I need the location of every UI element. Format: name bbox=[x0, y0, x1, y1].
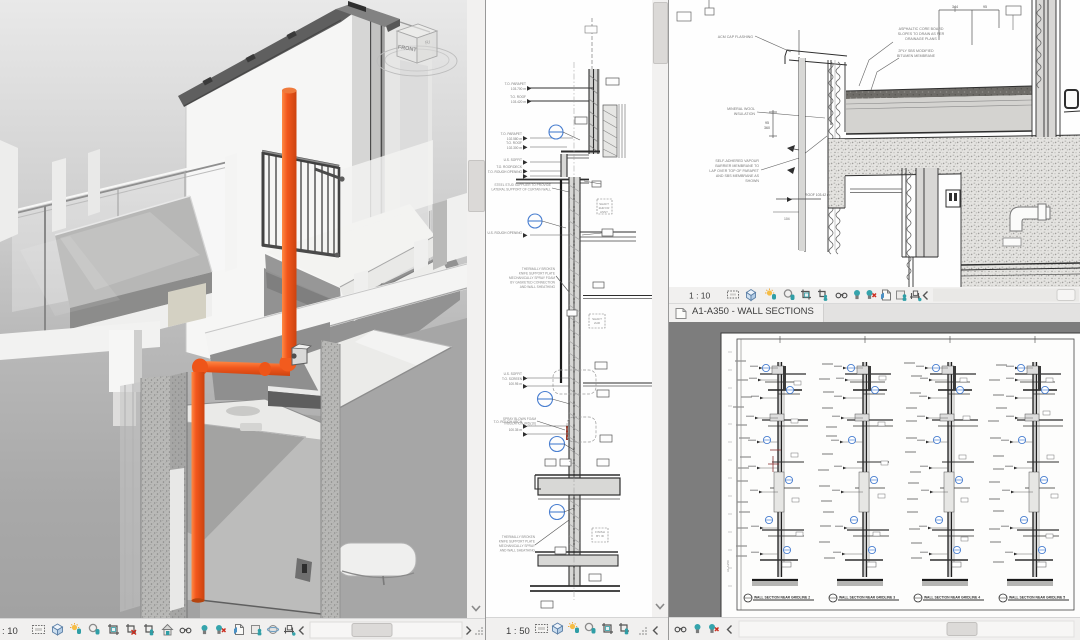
svg-text:T.O. PARAPET: T.O. PARAPET bbox=[505, 82, 526, 86]
svg-text:T.O. ROOF/DECK: T.O. ROOF/DECK bbox=[496, 165, 523, 169]
svg-text:360: 360 bbox=[764, 126, 770, 130]
svg-text:102.300 m: 102.300 m bbox=[507, 146, 522, 150]
svg-text:95: 95 bbox=[765, 121, 769, 125]
svg-text:DRAINAGE PLANS: DRAINAGE PLANS bbox=[905, 37, 937, 41]
svg-text:T.O. ROOF: T.O. ROOF bbox=[506, 141, 522, 145]
svg-text:THERMALLY BROKEN: THERMALLY BROKEN bbox=[522, 267, 556, 271]
svg-text:BARRIER MEMBRANE TO: BARRIER MEMBRANE TO bbox=[715, 164, 759, 168]
svg-text:SLOPES TO DRAIN AS PER: SLOPES TO DRAIN AS PER bbox=[898, 32, 945, 36]
svg-text:AND WALL SHEATHING: AND WALL SHEATHING bbox=[520, 285, 556, 289]
svg-text:KNIFE SUPPORT PLATE: KNIFE SUPPORT PLATE bbox=[519, 272, 555, 276]
svg-text:2HR: 2HR bbox=[594, 321, 601, 325]
svg-text:95: 95 bbox=[983, 5, 987, 9]
svg-text:103.700 m: 103.700 m bbox=[511, 87, 526, 91]
svg-text:2PLY SBS MODIFIED: 2PLY SBS MODIFIED bbox=[898, 49, 934, 53]
svg-text:WALL SECTION NEAR GRIDLINE 5: WALL SECTION NEAR GRIDLINE 5 bbox=[1009, 596, 1065, 600]
svg-text:SPRAY BLOWN FOAM: SPRAY BLOWN FOAM bbox=[503, 417, 537, 421]
svg-text:ACM CAP FLASHING: ACM CAP FLASHING bbox=[718, 35, 753, 39]
svg-text:ROOF 103.42 m: ROOF 103.42 m bbox=[805, 193, 830, 197]
svg-text:ASPHALTIC CORE BOARD: ASPHALTIC CORE BOARD bbox=[899, 27, 944, 31]
svg-text:U.S. SOFFIT: U.S. SOFFIT bbox=[504, 372, 522, 376]
svg-text:BITUMEN MEMBRANE: BITUMEN MEMBRANE bbox=[897, 54, 936, 58]
svg-text:T.O. SCREEN: T.O. SCREEN bbox=[502, 377, 523, 381]
svg-text:A1-A350: A1-A350 bbox=[726, 560, 730, 572]
svg-text:T.O. PARAPET: T.O. PARAPET bbox=[501, 132, 522, 136]
svg-text:THERMALLY BROKEN: THERMALLY BROKEN bbox=[502, 535, 536, 539]
svg-text:STEEL STUD SUPPLIER TO PROVIDE: STEEL STUD SUPPLIER TO PROVIDE bbox=[494, 183, 551, 187]
svg-text:T.O. ROUGH OPENING: T.O. ROUGH OPENING bbox=[488, 170, 523, 174]
svg-text:1 : 10: 1 : 10 bbox=[689, 291, 711, 301]
svg-text:U.S. ROUGH OPENING: U.S. ROUGH OPENING bbox=[487, 231, 522, 235]
svg-text:103.420 m: 103.420 m bbox=[511, 100, 526, 104]
svg-text:BY ID: BY ID bbox=[596, 534, 605, 538]
svg-text:T.O. ROOF: T.O. ROOF bbox=[510, 95, 526, 99]
svg-text:MECHANICALLY SPRAY FOAM: MECHANICALLY SPRAY FOAM bbox=[509, 276, 555, 280]
svg-text:ASSY: ASSY bbox=[600, 210, 608, 214]
svg-text:MINERAL WOOL: MINERAL WOOL bbox=[727, 107, 755, 111]
svg-text:104: 104 bbox=[784, 217, 790, 221]
svg-text:MECHANICALLY SPRAY: MECHANICALLY SPRAY bbox=[499, 544, 536, 548]
svg-text:WALL SECTION NEAR GRIDLINE 3: WALL SECTION NEAR GRIDLINE 3 bbox=[839, 596, 895, 600]
svg-text:100.95 m: 100.95 m bbox=[509, 382, 523, 386]
svg-text:: 10: : 10 bbox=[2, 626, 18, 637]
svg-text:100.35 m: 100.35 m bbox=[509, 428, 523, 432]
svg-text:LAP OVER TOP OF PARAPET: LAP OVER TOP OF PARAPET bbox=[709, 169, 759, 173]
svg-text:U.S. SOFFIT: U.S. SOFFIT bbox=[504, 158, 522, 162]
svg-text:AND WALL SHEATHING: AND WALL SHEATHING bbox=[500, 549, 536, 553]
svg-text:SELF-ADHERED VAPOUR: SELF-ADHERED VAPOUR bbox=[715, 159, 759, 163]
svg-text:AND SBS MEMBRANE AS: AND SBS MEMBRANE AS bbox=[716, 174, 760, 178]
svg-text:WALL SECTION NEAR GRIDLINE 2: WALL SECTION NEAR GRIDLINE 2 bbox=[754, 596, 810, 600]
svg-text:SHOWN: SHOWN bbox=[745, 179, 759, 183]
svg-text:1 : 50: 1 : 50 bbox=[506, 626, 530, 637]
svg-text:KNIFE SUPPORT PLATE: KNIFE SUPPORT PLATE bbox=[499, 540, 535, 544]
svg-text:LATERAL SUPPORT OF CURTAIN WAL: LATERAL SUPPORT OF CURTAIN WALL bbox=[491, 188, 551, 192]
svg-text:WALL SECTION NEAR GRIDLINE 4: WALL SECTION NEAR GRIDLINE 4 bbox=[924, 596, 980, 600]
svg-text:BY GASKETED CONNECTION: BY GASKETED CONNECTION bbox=[510, 281, 555, 285]
svg-text:INSULATION: INSULATION bbox=[734, 112, 756, 116]
svg-text:INSULATION (R6)(16): INSULATION (R6)(16) bbox=[504, 422, 536, 426]
